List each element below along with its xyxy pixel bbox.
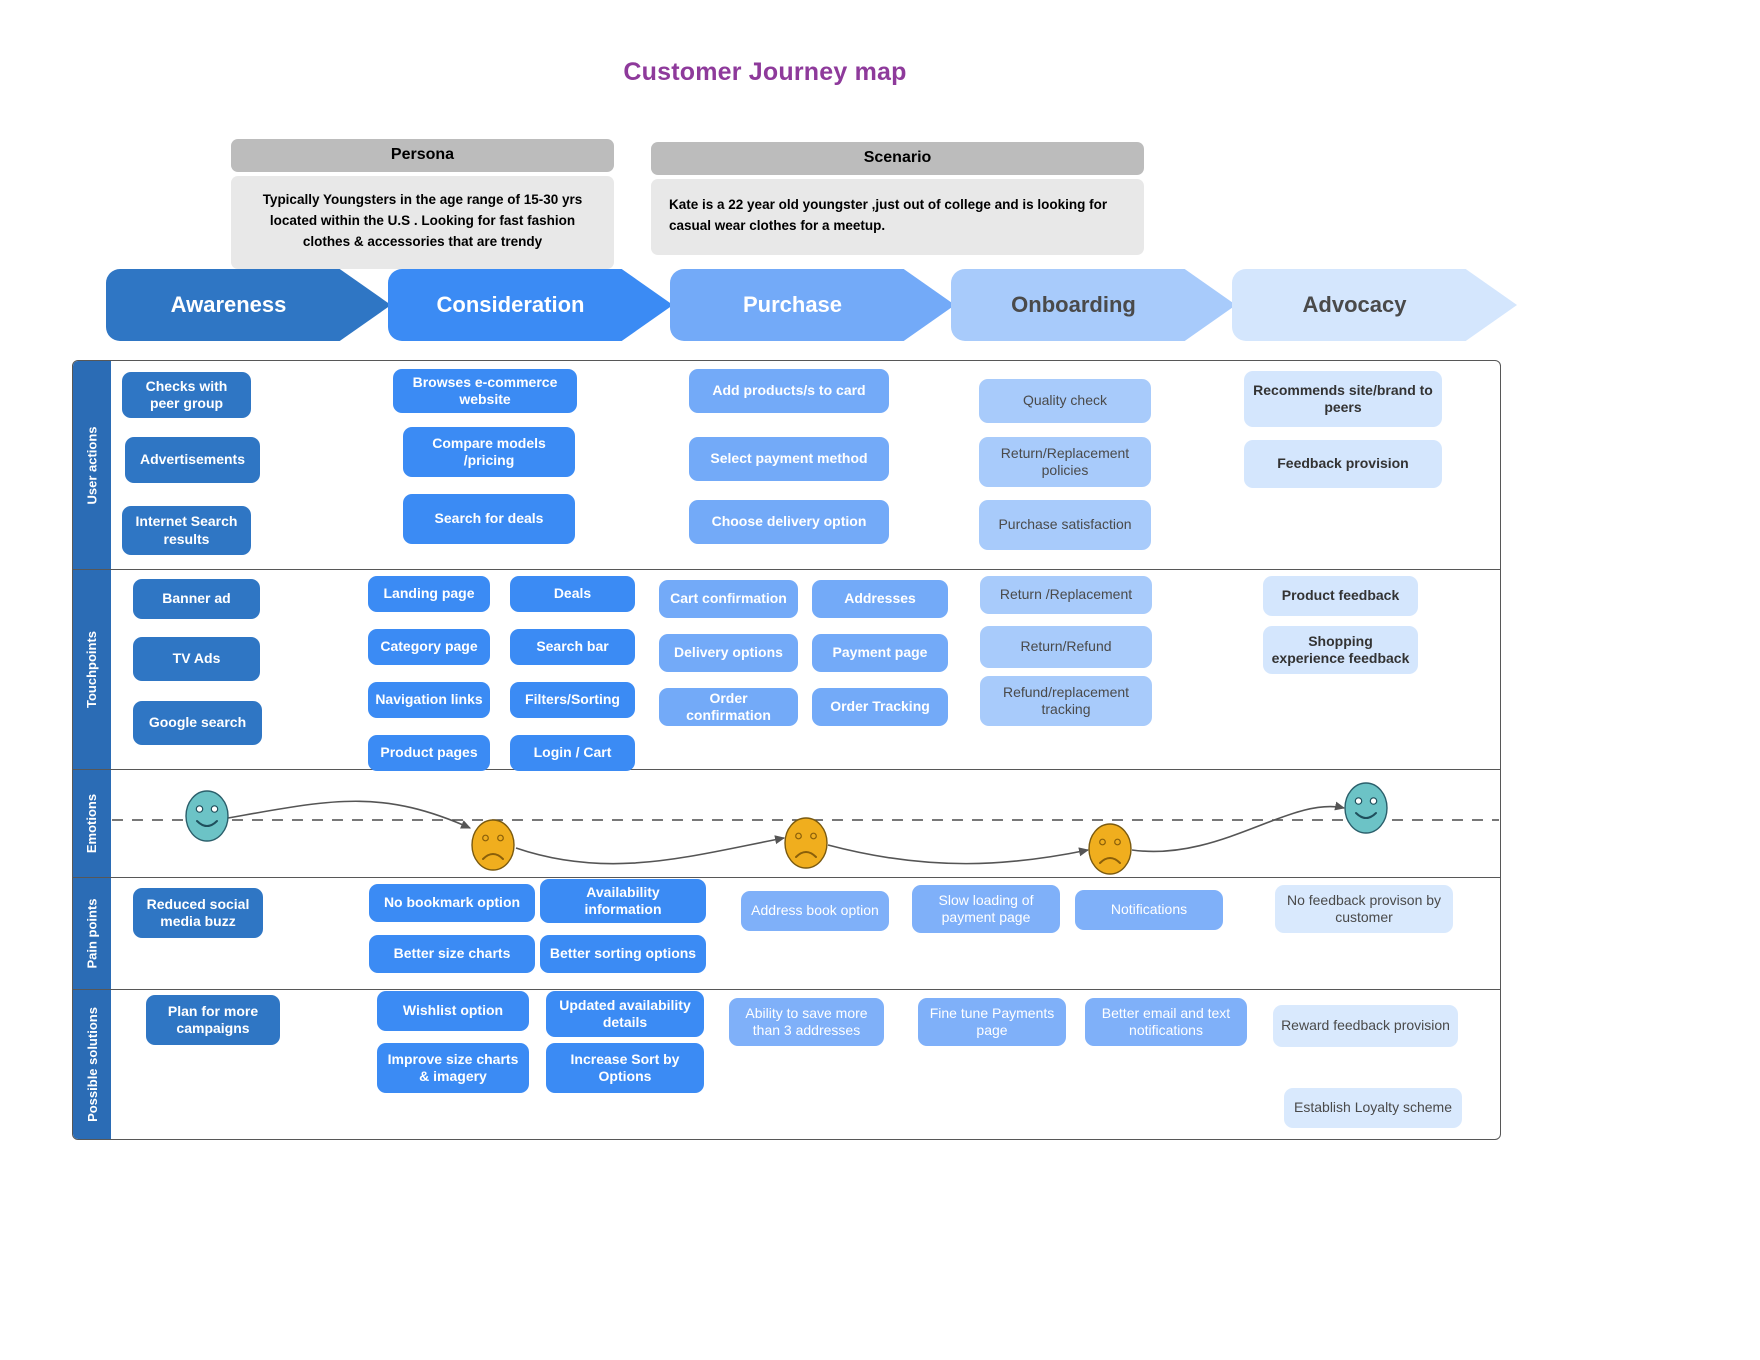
- emotion-face-onboarding[interactable]: [1088, 823, 1132, 875]
- emotion-face-purchase[interactable]: [784, 817, 828, 869]
- emotion-face-advocacy[interactable]: [1344, 782, 1388, 834]
- emotions-curve: [112, 782, 1499, 875]
- face-circle: [471, 819, 515, 871]
- emotion-face-consideration[interactable]: [471, 819, 515, 871]
- face-circle: [1088, 823, 1132, 875]
- face-eye: [1354, 797, 1363, 805]
- face-circle: [1344, 782, 1388, 834]
- face-eye: [210, 805, 219, 813]
- emotion-face-awareness[interactable]: [185, 790, 229, 842]
- face-eye: [497, 834, 504, 842]
- face-eye: [1099, 838, 1106, 846]
- face-circle: [185, 790, 229, 842]
- face-eye: [195, 805, 204, 813]
- emotion-connector: [515, 835, 786, 865]
- face-eye: [795, 832, 802, 840]
- face-circle: [784, 817, 828, 869]
- emotion-connector: [827, 844, 1090, 865]
- face-eye: [1114, 838, 1121, 846]
- emotion-connector: [1131, 801, 1346, 853]
- journey-map-canvas: Customer Journey map Persona Typically Y…: [0, 0, 1760, 1360]
- face-eye: [810, 832, 817, 840]
- face-eye: [482, 834, 489, 842]
- emotion-connector: [227, 800, 472, 829]
- face-eye: [1369, 797, 1378, 805]
